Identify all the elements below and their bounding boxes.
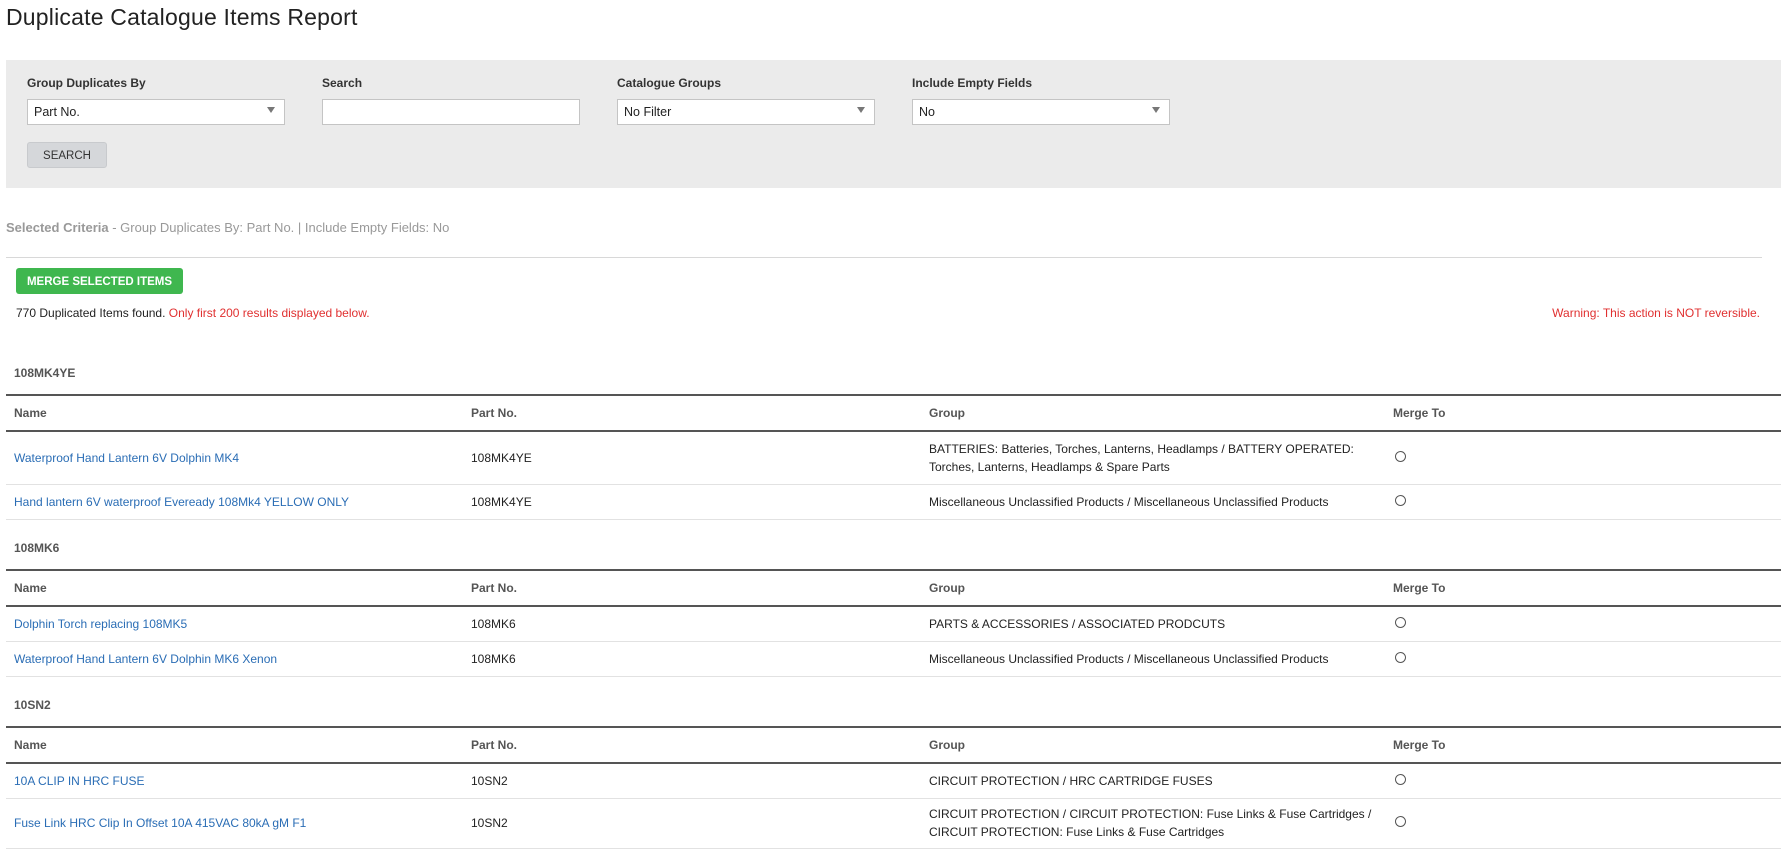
cell-merge-to: [1385, 484, 1781, 520]
group-by-label: Group Duplicates By: [27, 76, 146, 90]
table-row: Waterproof Hand Lantern 6V Dolphin MK6 X…: [6, 641, 1781, 677]
group-title: 108MK4YE: [14, 366, 76, 380]
report-page: Duplicate Catalogue Items Report Group D…: [0, 0, 1787, 849]
cell-merge-to: [1385, 606, 1781, 642]
cell-part-no: 10SN2: [463, 763, 921, 799]
results-limit-text: Only first 200 results displayed below.: [168, 306, 370, 320]
col-name-header: Name: [6, 726, 463, 764]
table-header-row: Name Part No. Group Merge To: [6, 726, 1781, 764]
filter-panel: Group Duplicates By Part No. Search Cata…: [6, 60, 1781, 188]
cell-part-no: 108MK4YE: [463, 431, 921, 485]
chevron-down-icon: [1152, 107, 1160, 113]
cell-merge-to: [1385, 763, 1781, 799]
item-name-link[interactable]: Hand lantern 6V waterproof Eveready 108M…: [14, 495, 349, 509]
include-empty-select[interactable]: No: [912, 99, 1170, 125]
cell-name: Waterproof Hand Lantern 6V Dolphin MK6 X…: [6, 641, 463, 677]
col-merge-to-header: Merge To: [1385, 394, 1781, 432]
include-empty-value: No: [919, 105, 935, 119]
item-name-link[interactable]: Waterproof Hand Lantern 6V Dolphin MK4: [14, 451, 239, 465]
cell-name: Waterproof Hand Lantern 6V Dolphin MK4: [6, 431, 463, 485]
table-row: Waterproof Hand Lantern 6V Dolphin MK4 1…: [6, 431, 1781, 485]
cell-group: CIRCUIT PROTECTION / HRC CARTRIDGE FUSES: [921, 763, 1385, 799]
merge-to-radio[interactable]: [1395, 494, 1406, 506]
duplicate-table: Name Part No. Group Merge To 10A CLIP IN…: [6, 726, 1781, 849]
duplicate-table: Name Part No. Group Merge To Waterproof …: [6, 394, 1781, 520]
cell-group: Miscellaneous Unclassified Products / Mi…: [921, 641, 1385, 677]
col-part-no-header: Part No.: [463, 726, 921, 764]
catalogue-groups-filter: Catalogue Groups No Filter: [617, 76, 875, 125]
merge-to-radio[interactable]: [1395, 773, 1406, 785]
col-group-header: Group: [921, 569, 1385, 607]
duplicate-group: 10SN2 Name Part No. Group Merge To 10A C…: [6, 698, 1781, 849]
merge-to-radio[interactable]: [1395, 450, 1406, 462]
cell-merge-to: [1385, 798, 1781, 849]
cell-merge-to: [1385, 641, 1781, 677]
item-name-link[interactable]: Fuse Link HRC Clip In Offset 10A 415VAC …: [14, 816, 306, 830]
include-empty-label: Include Empty Fields: [912, 76, 1033, 90]
merge-selected-button[interactable]: MERGE SELECTED ITEMS: [16, 268, 183, 294]
cell-merge-to: [1385, 431, 1781, 485]
table-header-row: Name Part No. Group Merge To: [6, 569, 1781, 607]
cell-name: Fuse Link HRC Clip In Offset 10A 415VAC …: [6, 798, 463, 849]
chevron-down-icon: [267, 107, 275, 113]
table-header-row: Name Part No. Group Merge To: [6, 394, 1781, 432]
merge-to-radio[interactable]: [1395, 651, 1406, 663]
col-name-header: Name: [6, 569, 463, 607]
group-by-select[interactable]: Part No.: [27, 99, 285, 125]
cell-group: Miscellaneous Unclassified Products / Mi…: [921, 484, 1385, 520]
cell-part-no: 108MK6: [463, 606, 921, 642]
cell-group: BATTERIES: Batteries, Torches, Lanterns,…: [921, 431, 1385, 485]
item-name-link[interactable]: Waterproof Hand Lantern 6V Dolphin MK6 X…: [14, 652, 277, 666]
cell-name: Dolphin Torch replacing 108MK5: [6, 606, 463, 642]
col-group-header: Group: [921, 394, 1385, 432]
results-count-text: 770 Duplicated Items found.: [16, 306, 169, 320]
col-name-header: Name: [6, 394, 463, 432]
duplicate-table: Name Part No. Group Merge To Dolphin Tor…: [6, 569, 1781, 677]
duplicate-group: 108MK4YE Name Part No. Group Merge To Wa…: [6, 366, 1781, 520]
cell-group: PARTS & ACCESSORIES / ASSOCIATED PRODCUT…: [921, 606, 1385, 642]
cell-name: Hand lantern 6V waterproof Eveready 108M…: [6, 484, 463, 520]
catalogue-groups-label: Catalogue Groups: [617, 76, 722, 90]
duplicate-group: 108MK6 Name Part No. Group Merge To Dolp…: [6, 541, 1781, 677]
col-part-no-header: Part No.: [463, 394, 921, 432]
group-title: 10SN2: [14, 698, 51, 712]
merge-to-radio[interactable]: [1395, 616, 1406, 628]
results-count: 770 Duplicated Items found. Only first 2…: [16, 306, 370, 320]
search-input[interactable]: [322, 99, 580, 125]
search-label: Search: [322, 76, 363, 90]
col-group-header: Group: [921, 726, 1385, 764]
selected-criteria: Selected Criteria - Group Duplicates By:…: [6, 220, 449, 235]
table-row: Fuse Link HRC Clip In Offset 10A 415VAC …: [6, 798, 1781, 849]
table-row: Dolphin Torch replacing 108MK5 108MK6 PA…: [6, 606, 1781, 642]
group-by-value: Part No.: [34, 105, 80, 119]
item-name-link[interactable]: Dolphin Torch replacing 108MK5: [14, 617, 187, 631]
cell-part-no: 108MK6: [463, 641, 921, 677]
item-name-link[interactable]: 10A CLIP IN HRC FUSE: [14, 774, 145, 788]
divider: [6, 257, 1762, 258]
group-by-filter: Group Duplicates By Part No.: [27, 76, 285, 125]
search-filter: Search: [322, 76, 580, 125]
group-title: 108MK6: [14, 541, 60, 555]
irreversible-warning: Warning: This action is NOT reversible.: [1552, 306, 1760, 320]
cell-part-no: 10SN2: [463, 798, 921, 849]
cell-group: CIRCUIT PROTECTION / CIRCUIT PROTECTION:…: [921, 798, 1385, 849]
criteria-text: - Group Duplicates By: Part No. | Includ…: [108, 220, 450, 235]
col-merge-to-header: Merge To: [1385, 726, 1781, 764]
page-title: Duplicate Catalogue Items Report: [6, 4, 358, 30]
cell-part-no: 108MK4YE: [463, 484, 921, 520]
include-empty-filter: Include Empty Fields No: [912, 76, 1170, 125]
table-row: Hand lantern 6V waterproof Eveready 108M…: [6, 484, 1781, 520]
catalogue-groups-select[interactable]: No Filter: [617, 99, 875, 125]
catalogue-groups-value: No Filter: [624, 105, 672, 119]
criteria-label: Selected Criteria: [6, 220, 109, 235]
chevron-down-icon: [857, 107, 865, 113]
col-merge-to-header: Merge To: [1385, 569, 1781, 607]
col-part-no-header: Part No.: [463, 569, 921, 607]
table-row: 10A CLIP IN HRC FUSE 10SN2 CIRCUIT PROTE…: [6, 763, 1781, 799]
search-button[interactable]: SEARCH: [27, 142, 107, 168]
cell-name: 10A CLIP IN HRC FUSE: [6, 763, 463, 799]
merge-to-radio[interactable]: [1395, 816, 1406, 827]
